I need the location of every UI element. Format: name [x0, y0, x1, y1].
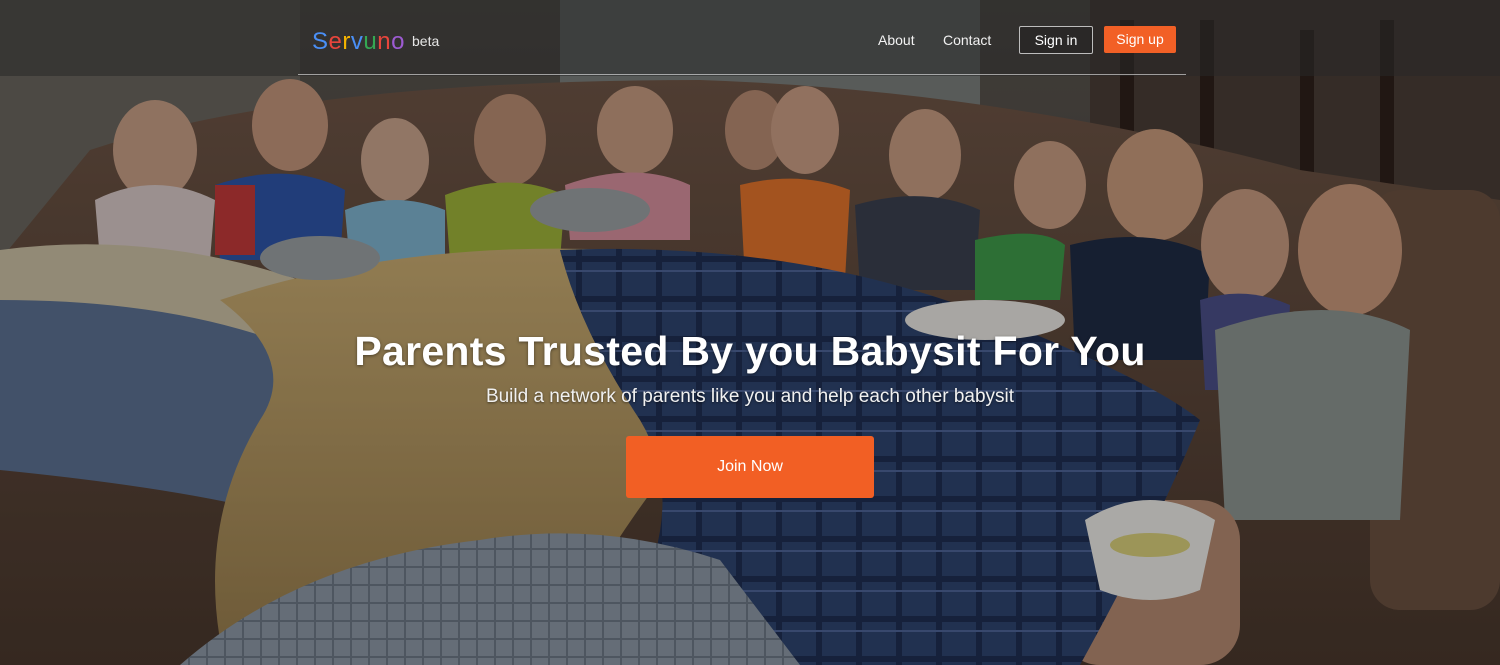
sign-up-button[interactable]: Sign up [1104, 26, 1176, 53]
navbar-divider [298, 74, 1186, 75]
brand-letter: v [350, 28, 364, 55]
nav-about-link[interactable]: About [878, 32, 915, 48]
brand-letter: e [328, 28, 343, 55]
sign-in-button[interactable]: Sign in [1019, 26, 1093, 54]
hero-subheadline: Build a network of parents like you and … [485, 386, 1015, 407]
brand-letter: r [342, 28, 351, 55]
brand-letter: u [363, 28, 378, 55]
brand-logo[interactable]: Servuno [312, 28, 405, 56]
top-navbar: Servuno beta About Contact Sign in Sign … [0, 0, 1500, 76]
nav-contact-link[interactable]: Contact [943, 32, 991, 48]
hero-headline: Parents Trusted By you Babysit For You [354, 328, 1146, 374]
brand-letter: o [391, 28, 405, 55]
join-now-button[interactable]: Join Now [626, 436, 874, 498]
brand-letter: S [312, 28, 329, 55]
brand-letter: n [377, 28, 392, 55]
beta-tag: beta [412, 33, 440, 49]
hero-section: Servuno beta About Contact Sign in Sign … [0, 0, 1500, 665]
